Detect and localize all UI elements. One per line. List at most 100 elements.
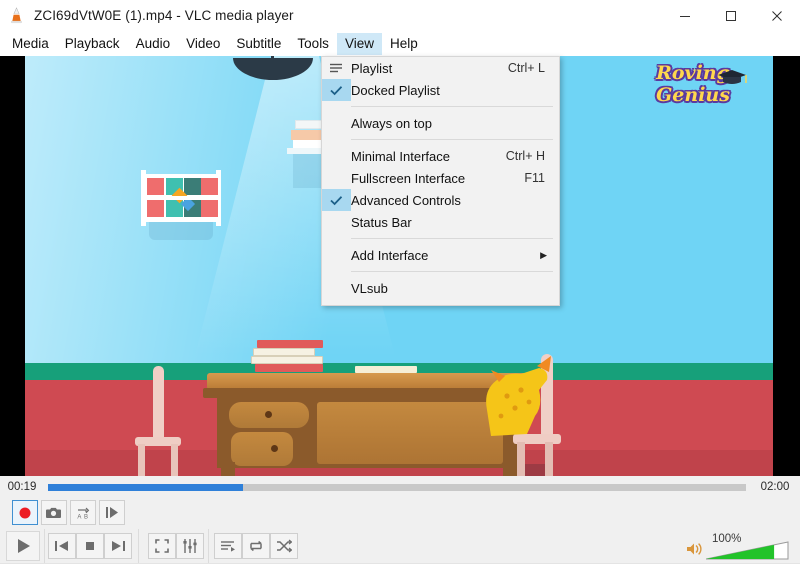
title-bar: ZCI69dVtW0E (1).mp4 - VLC media player	[0, 0, 800, 31]
desk-leg-right	[503, 462, 517, 476]
shelf-left	[141, 174, 221, 222]
frame-by-frame-button[interactable]	[99, 500, 125, 525]
vlc-cone-icon	[8, 7, 25, 24]
shelf-box-4	[201, 178, 218, 195]
seek-bar-row: 00:19 02:00	[0, 476, 800, 498]
menu-separator-4	[351, 271, 553, 272]
menu-item-label: Docked Playlist	[351, 82, 440, 98]
menu-video[interactable]: Video	[178, 33, 228, 55]
check-icon	[322, 79, 351, 101]
window-controls	[662, 0, 800, 31]
next-button[interactable]	[104, 533, 132, 559]
roving-genius-logo: Roving Genius	[637, 64, 749, 120]
minimize-button[interactable]	[662, 0, 708, 31]
menu-gutter	[322, 112, 351, 134]
menu-item-status-bar[interactable]: Status Bar	[322, 211, 559, 233]
shelf-box-1	[147, 178, 164, 195]
menu-item-label: Add Interface	[351, 247, 429, 263]
desk-book-3	[251, 356, 323, 364]
menu-item-label: VLsub	[351, 280, 388, 296]
desk-drawer-bottom	[231, 432, 293, 466]
chair-left-leg-2	[171, 444, 178, 476]
loop-button[interactable]	[242, 533, 270, 559]
maximize-button[interactable]	[708, 0, 754, 31]
snapshot-button[interactable]	[41, 500, 67, 525]
speaker-icon[interactable]	[686, 541, 704, 557]
menu-tools[interactable]: Tools	[289, 33, 337, 55]
menu-item-label: Always on top	[351, 115, 432, 131]
desk-knob-bottom	[271, 445, 278, 452]
menu-help[interactable]: Help	[382, 33, 426, 55]
window-title: ZCI69dVtW0E (1).mp4 - VLC media player	[34, 8, 294, 23]
menu-item-label: Advanced Controls	[351, 192, 461, 208]
chair-left-back	[153, 366, 164, 442]
seek-slider[interactable]	[48, 483, 746, 491]
menu-gutter	[322, 145, 351, 167]
volume-slider[interactable]	[706, 541, 790, 560]
shelf-divider	[148, 196, 214, 200]
ab-loop-button[interactable]: A B	[70, 500, 96, 525]
menu-bar: Media Playback Audio Video Subtitle Tool…	[0, 31, 800, 56]
desk-book-4	[255, 364, 323, 372]
menu-subtitle[interactable]: Subtitle	[228, 33, 289, 55]
main-controls-bar	[0, 529, 800, 564]
menu-item-minimal-interface[interactable]: Minimal Interface Ctrl+ H	[322, 145, 559, 167]
logo-line-2: Genius	[656, 84, 730, 106]
menu-item-vlsub[interactable]: VLsub	[322, 277, 559, 299]
fullscreen-button[interactable]	[148, 533, 176, 559]
menu-item-always-on-top[interactable]: Always on top	[322, 112, 559, 134]
play-button[interactable]	[6, 531, 40, 561]
menu-item-label: Fullscreen Interface	[351, 170, 466, 186]
chair-right-leg-2	[545, 442, 553, 476]
seek-progress-fill	[48, 483, 244, 491]
extended-settings-button[interactable]	[176, 533, 204, 559]
menu-audio[interactable]: Audio	[128, 33, 179, 55]
menu-separator-2	[351, 139, 553, 140]
playlist-button[interactable]	[214, 533, 242, 559]
menu-playback[interactable]: Playback	[57, 33, 128, 55]
menu-item-fullscreen-interface[interactable]: Fullscreen Interface F11	[322, 167, 559, 189]
menu-item-playlist[interactable]: Playlist Ctrl+ L	[322, 57, 559, 79]
shelf-box-3	[184, 178, 201, 195]
chair-left-leg-1	[138, 444, 145, 476]
svg-text:A: A	[77, 514, 81, 519]
menu-item-label: Minimal Interface	[351, 148, 450, 164]
elapsed-time: 00:19	[7, 481, 37, 493]
check-icon	[322, 189, 351, 211]
menu-item-shortcut: F11	[524, 171, 545, 185]
submenu-arrow-icon: ▶	[540, 249, 547, 260]
menu-view[interactable]: View	[336, 32, 382, 55]
random-button[interactable]	[270, 533, 298, 559]
close-button[interactable]	[754, 0, 800, 31]
menu-item-label: Playlist	[351, 60, 393, 76]
menu-separator-1	[351, 106, 553, 107]
view-dropdown-menu: Playlist Ctrl+ L Docked Playlist Always …	[321, 56, 560, 306]
total-time: 02:00	[760, 481, 790, 493]
desk-paper	[355, 366, 417, 373]
menu-item-advanced-controls[interactable]: Advanced Controls	[322, 189, 559, 211]
menu-item-shortcut: Ctrl+ H	[505, 149, 545, 163]
chair-right-leg-1	[517, 442, 525, 476]
menu-media[interactable]: Media	[4, 33, 57, 55]
stop-button[interactable]	[76, 533, 104, 559]
menu-gutter	[322, 211, 351, 233]
menu-item-docked-playlist[interactable]: Docked Playlist	[322, 79, 559, 101]
menu-item-add-interface[interactable]: Add Interface ▶	[322, 244, 559, 266]
menu-separator-3	[351, 238, 553, 239]
previous-button[interactable]	[48, 533, 76, 559]
desk-leg-left	[221, 462, 235, 476]
desk-book-1	[253, 348, 315, 356]
advanced-controls-bar: A B	[0, 498, 800, 528]
menu-gutter	[322, 244, 351, 266]
svg-text:B: B	[84, 514, 88, 519]
vlc-window: ZCI69dVtW0E (1).mp4 - VLC media player M…	[0, 0, 800, 564]
dinosaur-character	[486, 356, 551, 436]
menu-gutter	[322, 277, 351, 299]
menu-gutter	[322, 167, 351, 189]
desk-panel	[317, 402, 503, 464]
menu-item-label: Status Bar	[351, 214, 412, 230]
menu-item-shortcut: Ctrl+ L	[507, 61, 545, 75]
desk-book-2	[257, 340, 323, 348]
volume-control[interactable]: 100%	[686, 533, 792, 561]
record-button[interactable]	[12, 500, 38, 525]
